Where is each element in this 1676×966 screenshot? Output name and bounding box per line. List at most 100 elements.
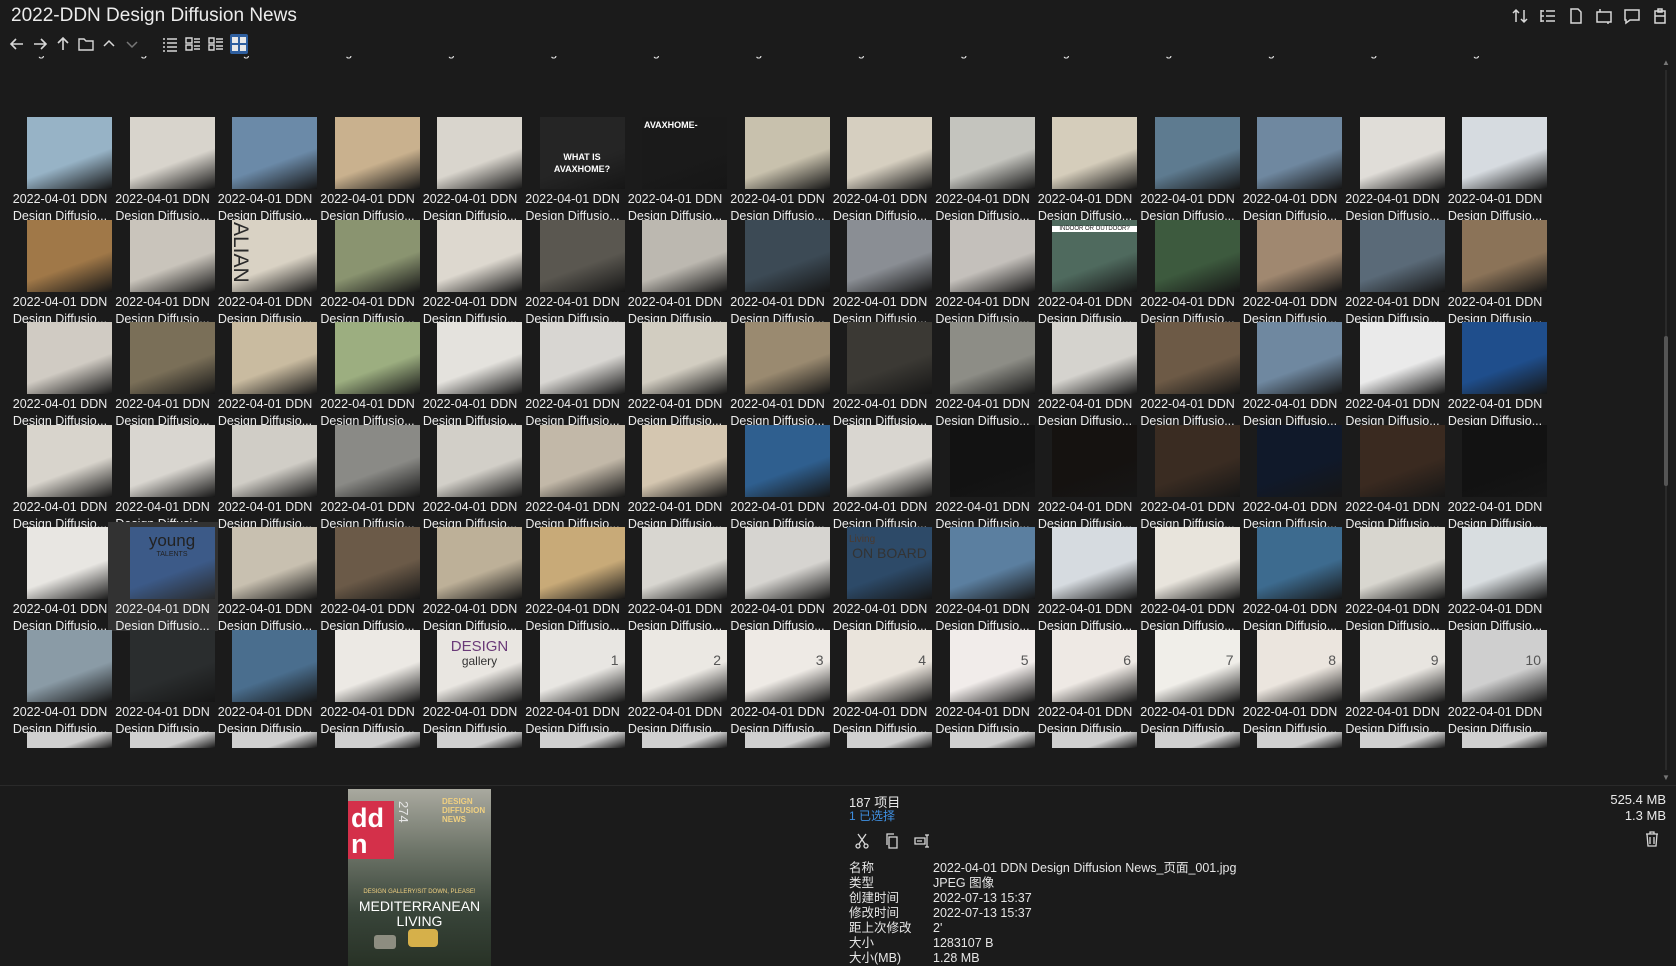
tiles-view-icon[interactable] [207, 34, 225, 54]
list-view-icon[interactable] [161, 34, 179, 54]
thumbnail-item[interactable]: 2022-04-01 DDNDesign Diffusio... [313, 625, 423, 736]
thumbnail-item[interactable]: 2022-04-01 DDNDesign Diffusio... [210, 56, 320, 119]
thumbnail-item[interactable]: 2022-04-01 DDNDesign Diffusio... [723, 317, 833, 428]
thumbnail-item[interactable]: 2022-04-01 DDNDesign Diffusio... [210, 112, 320, 223]
thumbnail-item[interactable]: 2022-04-01 DDNDesign Diffusio... [825, 56, 935, 119]
file-icon[interactable] [1566, 6, 1586, 26]
selected-count[interactable]: 1 已选择 [849, 807, 895, 824]
rename-icon[interactable] [912, 831, 932, 851]
thumbnail-item[interactable] [108, 727, 218, 784]
thumbnail-item[interactable]: 2022-04-01 DDNDesign Diffusio... [415, 215, 525, 326]
sort-icon[interactable] [1510, 6, 1530, 26]
thumbnail-item[interactable] [1133, 727, 1243, 784]
thumbnail-item[interactable]: 2022-04-01 DDNDesign Diffusio... [313, 317, 423, 428]
thumbnail-item[interactable]: 2022-04-01 DDNDesign Diffusio... [313, 56, 423, 119]
up-icon[interactable] [54, 34, 72, 54]
thumbnail-item[interactable]: 2022-04-01 DDNDesign Diffusio... [1235, 112, 1345, 223]
preview-pane-icon[interactable] [1594, 6, 1614, 26]
thumbnail-item[interactable]: 2 2022-04-01 DDN Design Diffusio... [620, 625, 730, 736]
scroll-thumb[interactable] [1664, 336, 1668, 486]
thumbnail-item[interactable]: 2022-04-01 DDNDesign Diffusio... [5, 56, 115, 119]
thumbnail-item[interactable]: 2022-04-01 DDNDesign Diffusio... [108, 625, 218, 736]
thumbnail-item[interactable]: ALIAN 2022-04-01 DDN Design Diffusio... [210, 215, 320, 326]
thumbnail-item[interactable] [210, 727, 320, 784]
thumbnail-item[interactable]: 9 2022-04-01 DDN Design Diffusio... [1338, 625, 1448, 736]
thumbnail-item[interactable] [1338, 727, 1448, 784]
thumbnail-item[interactable]: 2022-04-01 DDNDesign Diffusio... [108, 317, 218, 428]
back-icon[interactable] [8, 34, 26, 54]
thumbnail-item[interactable]: 2022-04-01 DDNDesign Diffusio... [928, 112, 1038, 223]
thumbnail-item[interactable]: 2022-04-01 DDNDesign Diffusio... [928, 420, 1038, 531]
thumbnail-item[interactable]: 2022-04-01 DDNDesign Diffusio... [620, 215, 730, 326]
thumbnail-item[interactable]: 2022-04-01 DDNDesign Diffusio... [1235, 522, 1345, 633]
thumbnail-item[interactable]: 2022-04-01 DDNDesign Diffusio... [723, 522, 833, 633]
thumbnail-item[interactable]: 2022-04-01 DDNDesign Diffusio... [825, 420, 935, 531]
thumbnail-item[interactable]: 2022-04-01 DDNDesign Diffusio... [415, 112, 525, 223]
thumbnail-item[interactable]: DESIGN gallery 2022-04-01 DDN Design Diffus… [415, 625, 525, 736]
thumbnail-item[interactable]: 2022-04-01 DDNDesign Diffusio... [928, 522, 1038, 633]
thumbnail-item[interactable]: 8 2022-04-01 DDN Design Diffusio... [1235, 625, 1345, 736]
thumbnail-item[interactable]: 2022-04-01 DDNDesign Diffusio... [620, 317, 730, 428]
thumbnail-item[interactable]: 2022-04-01 DDNDesign Diffusio... [5, 522, 115, 633]
scroll-down-icon[interactable]: ▼ [1662, 773, 1670, 782]
tablet-icon[interactable] [1622, 6, 1642, 26]
thumbnail-item[interactable]: 2022-04-01 DDNDesign Diffusio... [1235, 317, 1345, 428]
thumbnail-item[interactable]: 2022-04-01 DDNDesign Diffusio... [1030, 420, 1140, 531]
thumbnail-item[interactable]: 2022-04-01 DDNDesign Diffusio... [1440, 112, 1550, 223]
thumbnail-item[interactable]: 2022-04-01 DDNDesign Diffusio... [210, 420, 320, 531]
thumbnail-item[interactable] [1030, 727, 1140, 784]
thumbnail-item[interactable]: 2022-04-01 DDNDesign Diffusio... [825, 112, 935, 223]
thumbnail-item[interactable] [313, 727, 423, 784]
thumbnail-item[interactable]: 2022-04-01 DDNDesign Diffusio... [1338, 215, 1448, 326]
thumbnail-item[interactable] [620, 727, 730, 784]
thumbnail-item[interactable]: 2022-04-01 DDNDesign Diffusio... [723, 215, 833, 326]
thumbnail-item[interactable]: 2022-04-01 DDNDesign Diffusio... [210, 522, 320, 633]
thumbnail-item[interactable]: 2022-04-01 DDNDesign Diffusio... [1133, 215, 1243, 326]
thumbnail-item[interactable]: 2022-04-01 DDNDesign Diffusio... [210, 317, 320, 428]
thumbnail-item[interactable]: AVAXHOME- 2022-04-01 DDN Design Diffusio..… [620, 112, 730, 223]
thumbnail-item[interactable]: 2022-04-01 DDNDesign Diffusio... [518, 56, 628, 119]
thumbnail-item[interactable]: 2022-04-01 DDNDesign Diffusio... [313, 420, 423, 531]
thumbnail-item[interactable]: 2022-04-01 DDNDesign Diffusio... [1338, 420, 1448, 531]
thumbnail-item[interactable]: Living ON BOARD 2022-04-01 DDN Design Diffu… [825, 522, 935, 633]
thumbnail-item[interactable]: 2022-04-01 DDNDesign Diffusio... [620, 522, 730, 633]
thumbnail-item[interactable]: 2022-04-01 DDNDesign Diffusio... [928, 215, 1038, 326]
thumbnail-item[interactable]: 2022-04-01 DDNDesign Diffusio... [1133, 317, 1243, 428]
chevron-down-icon[interactable] [123, 34, 141, 54]
thumbnail-item[interactable] [518, 727, 628, 784]
thumbnail-item[interactable]: 2022-04-01 DDNDesign Diffusio... [1235, 215, 1345, 326]
thumbnail-item[interactable]: 2022-04-01 DDNDesign Diffusio... [518, 522, 628, 633]
thumbnail-item[interactable]: 2022-04-01 DDNDesign Diffusio... [5, 420, 115, 531]
thumbnail-item[interactable]: 2022-04-01 DDNDesign Diffusio... [928, 317, 1038, 428]
thumbnail-item[interactable]: 2022-04-01 DDNDesign Diffusio... [415, 522, 525, 633]
thumbnail-item[interactable]: 7 2022-04-01 DDN Design Diffusio... [1133, 625, 1243, 736]
thumbnail-item[interactable]: 2022-04-01 DDNDesign Diffusio... [1030, 317, 1140, 428]
thumbnail-item[interactable]: 3 2022-04-01 DDN Design Diffusio... [723, 625, 833, 736]
thumbnail-item[interactable]: 2022-04-01 DDNDesign Diffusio... [1030, 112, 1140, 223]
thumbnail-item[interactable]: 5 2022-04-01 DDN Design Diffusio... [928, 625, 1038, 736]
thumbnail-item[interactable]: 2022-04-01 DDNDesign Diffusio... [5, 625, 115, 736]
thumbnail-item[interactable]: 2022-04-01 DDNDesign Diffusio... [1030, 522, 1140, 633]
thumbnail-item[interactable]: 2022-04-01 DDNDesign Diffusio... [108, 215, 218, 326]
thumbnail-item[interactable] [723, 727, 833, 784]
thumbnail-item[interactable]: 2022-04-01 DDNDesign Diffusio... [108, 420, 218, 531]
folder-icon[interactable] [77, 34, 95, 54]
thumbnail-item[interactable]: 2022-04-01 DDNDesign Diffusio... [825, 317, 935, 428]
thumbnail-item[interactable]: INDOOR OR OUTDOOR? 2022-04-01 DDN Design D… [1030, 215, 1140, 326]
thumbnail-item[interactable]: 2022-04-01 DDNDesign Diffusio... [1338, 317, 1448, 428]
thumbnail-item[interactable]: 2022-04-01 DDNDesign Diffusio... [1133, 112, 1243, 223]
thumbnail-item[interactable]: 2022-04-01 DDNDesign Diffusio... [1235, 420, 1345, 531]
thumbnail-item[interactable]: 2022-04-01 DDNDesign Diffusio... [313, 112, 423, 223]
scroll-up-icon[interactable]: ▲ [1662, 58, 1670, 67]
thumbnail-item[interactable]: 2022-04-01 DDNDesign Diffusio... [1440, 317, 1550, 428]
thumbnail-item[interactable]: 2022-04-01 DDNDesign Diffusio... [620, 420, 730, 531]
delete-icon[interactable] [1644, 831, 1664, 851]
thumbnail-item[interactable]: 2022-04-01 DDNDesign Diffusio... [723, 420, 833, 531]
thumbnail-item[interactable]: 2022-04-01 DDNDesign Diffusio... [518, 317, 628, 428]
thumbnail-item[interactable]: 2022-04-01 DDNDesign Diffusio... [415, 56, 525, 119]
thumbnail-item[interactable]: 2022-04-01 DDNDesign Diffusio... [5, 215, 115, 326]
thumbnail-item[interactable]: 2022-04-01 DDNDesign Diffusio... [518, 420, 628, 531]
thumbnail-item[interactable]: 2022-04-01 DDNDesign Diffusio... [1338, 112, 1448, 223]
details-list-icon[interactable] [1538, 6, 1558, 26]
thumbnail-item[interactable]: 2022-04-01 DDNDesign Diffusio... [1235, 56, 1345, 119]
